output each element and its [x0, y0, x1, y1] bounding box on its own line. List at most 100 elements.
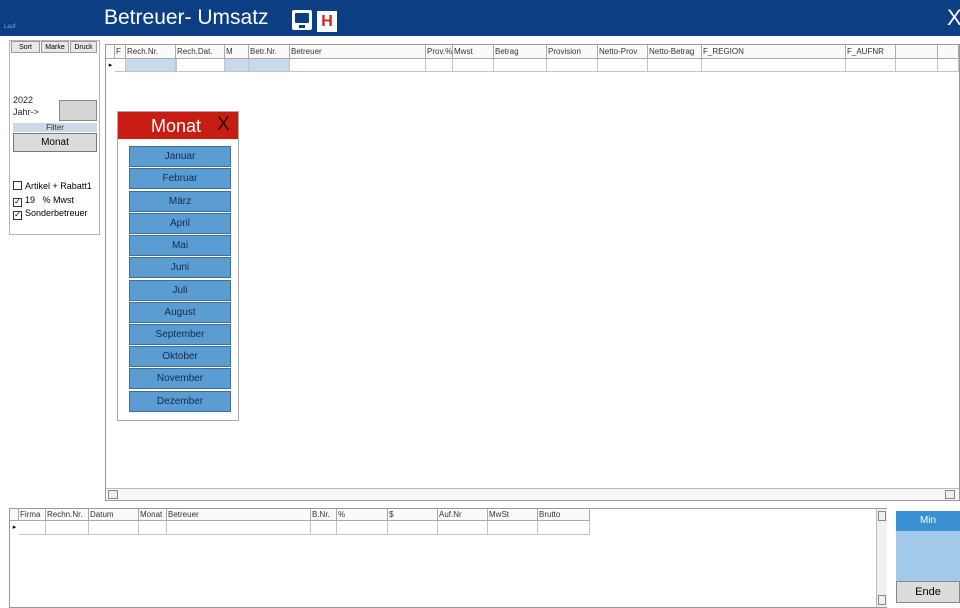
- month-button-mai[interactable]: Mai: [129, 235, 231, 256]
- month-button-april[interactable]: April: [129, 213, 231, 234]
- column-header[interactable]: M: [225, 45, 249, 59]
- table-cell[interactable]: [311, 521, 337, 535]
- table-cell[interactable]: [702, 59, 846, 72]
- table-cell[interactable]: [115, 59, 126, 72]
- column-header[interactable]: MwSt: [488, 509, 538, 521]
- table-cell[interactable]: [139, 521, 167, 535]
- month-button-juli[interactable]: Juli: [129, 280, 231, 301]
- scroll-right-icon[interactable]: [945, 490, 955, 499]
- table-cell[interactable]: [648, 59, 702, 72]
- column-header[interactable]: Datum: [89, 509, 139, 521]
- row-indicator: ▸: [108, 62, 113, 69]
- table-cell[interactable]: [538, 521, 590, 535]
- row-indicator: ▸: [12, 524, 17, 531]
- checkbox-box[interactable]: ✓: [13, 211, 22, 220]
- month-button-september[interactable]: September: [129, 324, 231, 345]
- table-cell[interactable]: [938, 59, 959, 72]
- column-header[interactable]: Betreuer: [167, 509, 311, 521]
- left-panel: Sort Marke Druck 2022 Jahr-> Filter Mona…: [9, 40, 100, 235]
- table-cell[interactable]: [337, 521, 388, 535]
- table-cell[interactable]: [598, 59, 648, 72]
- app-title: Betreuer- Umsatz: [104, 6, 269, 29]
- checkbox-label: 19 % Mwst: [25, 195, 75, 205]
- column-header[interactable]: Provision: [547, 45, 598, 59]
- column-header[interactable]: Mwst: [453, 45, 494, 59]
- month-button-dezember[interactable]: Dezember: [129, 391, 231, 412]
- column-header[interactable]: Prov.%: [426, 45, 453, 59]
- table-cell[interactable]: [896, 59, 938, 72]
- column-header[interactable]: Betr.Nr.: [249, 45, 290, 59]
- tab-druck[interactable]: Druck: [70, 41, 97, 53]
- table-cell[interactable]: [453, 59, 494, 72]
- month-button-maerz[interactable]: März: [129, 191, 231, 212]
- table-cell[interactable]: [494, 59, 547, 72]
- help-button[interactable]: H: [317, 11, 337, 32]
- column-header[interactable]: $: [388, 509, 438, 521]
- table-cell[interactable]: [388, 521, 438, 535]
- monitor-icon[interactable]: [292, 10, 312, 30]
- table-cell[interactable]: [167, 521, 311, 535]
- horizontal-scrollbar[interactable]: [106, 488, 959, 500]
- column-header[interactable]: [896, 45, 938, 59]
- checkbox-label: Artikel + Rabatt1: [25, 181, 92, 191]
- column-header[interactable]: F_REGION: [702, 45, 846, 59]
- min-button[interactable]: Min: [896, 511, 960, 531]
- tab-marke[interactable]: Marke: [41, 41, 69, 53]
- monat-button[interactable]: Monat: [13, 133, 97, 152]
- month-button-november[interactable]: November: [129, 368, 231, 389]
- month-button-januar[interactable]: Januar: [129, 146, 231, 167]
- column-header[interactable]: Netto-Prov: [598, 45, 648, 59]
- scroll-up-icon[interactable]: [878, 511, 886, 521]
- column-header[interactable]: Monat: [139, 509, 167, 521]
- bottom-grid[interactable]: Firma Rechn.Nr. Datum Monat Betreuer B.N…: [9, 508, 887, 608]
- table-cell[interactable]: [19, 521, 46, 535]
- column-header[interactable]: Auf.Nr: [438, 509, 488, 521]
- scroll-left-icon[interactable]: [108, 490, 118, 499]
- table-cell[interactable]: [89, 521, 139, 535]
- table-cell[interactable]: [438, 521, 488, 535]
- ende-button[interactable]: Ende: [896, 581, 960, 603]
- year-input[interactable]: [59, 100, 97, 121]
- month-button-oktober[interactable]: Oktober: [129, 346, 231, 367]
- month-popup-title: Monat: [151, 116, 202, 136]
- month-button-august[interactable]: August: [129, 302, 231, 323]
- column-header[interactable]: %: [337, 509, 388, 521]
- column-header[interactable]: Betrag: [494, 45, 547, 59]
- checkbox-box[interactable]: ✓: [13, 198, 22, 207]
- column-header[interactable]: Rechn.Nr.: [46, 509, 89, 521]
- table-cell[interactable]: [249, 59, 290, 72]
- table-cell[interactable]: [547, 59, 598, 72]
- checkbox-artikel-rabatt[interactable]: Artikel + Rabatt1: [13, 181, 92, 191]
- column-header[interactable]: [938, 45, 959, 59]
- filter-label: Filter: [13, 123, 97, 132]
- checkbox-sonderbetreuer[interactable]: ✓ Sonderbetreuer: [13, 208, 88, 220]
- table-cell[interactable]: [126, 59, 176, 72]
- month-button-juni[interactable]: Juni: [129, 257, 231, 278]
- column-header[interactable]: F: [115, 45, 126, 59]
- tab-sort[interactable]: Sort: [11, 41, 40, 53]
- column-header[interactable]: B.Nr.: [311, 509, 337, 521]
- column-header[interactable]: F_AUFNR: [846, 45, 896, 59]
- column-header[interactable]: Brutto: [538, 509, 590, 521]
- column-header[interactable]: Rech.Dat.: [176, 45, 225, 59]
- table-cell[interactable]: [488, 521, 538, 535]
- checkbox-box[interactable]: [13, 181, 22, 190]
- checkbox-mwst[interactable]: ✓ 19 % Mwst: [13, 195, 74, 207]
- table-cell[interactable]: [225, 59, 249, 72]
- table-cell[interactable]: [426, 59, 453, 72]
- month-popup-close-button[interactable]: X: [217, 114, 230, 136]
- table-cell[interactable]: [846, 59, 896, 72]
- column-header-blank: [10, 509, 19, 521]
- column-header[interactable]: Netto-Betrag: [648, 45, 702, 59]
- column-header[interactable]: Rech.Nr.: [126, 45, 176, 59]
- table-cell[interactable]: [290, 59, 426, 72]
- vertical-scrollbar[interactable]: [876, 509, 887, 607]
- table-cell[interactable]: [176, 59, 225, 72]
- table-cell[interactable]: [46, 521, 89, 535]
- month-button-februar[interactable]: Februar: [129, 168, 231, 189]
- close-button[interactable]: X: [947, 5, 960, 31]
- scroll-down-icon[interactable]: [878, 595, 886, 605]
- column-header[interactable]: Firma: [19, 509, 46, 521]
- month-popup: Monat X Januar Februar März April Mai Ju…: [117, 111, 239, 421]
- column-header[interactable]: Betreuer: [290, 45, 426, 59]
